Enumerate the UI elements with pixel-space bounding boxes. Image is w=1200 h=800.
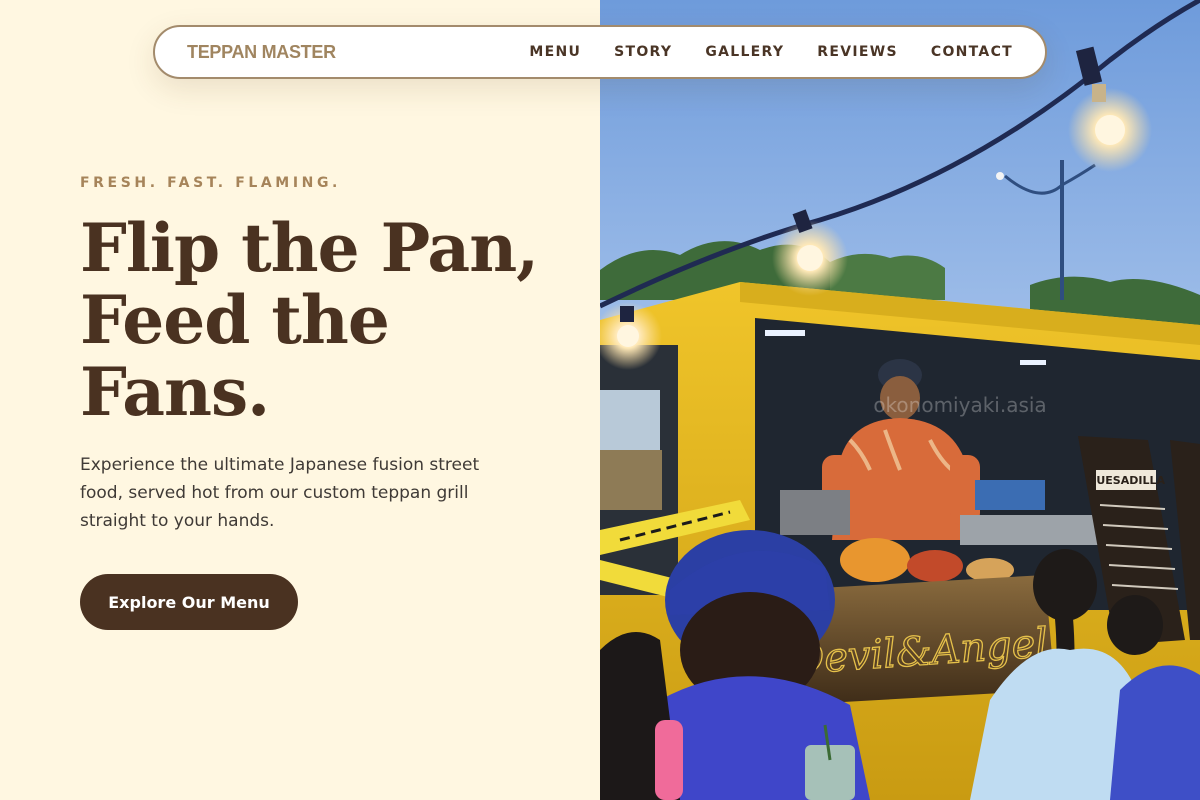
nav-menu-link[interactable]: MENU <box>529 44 581 60</box>
photo-watermark: okonomiyaki.asia <box>873 393 1046 417</box>
headline-line-3: Fans. <box>80 353 270 431</box>
nav-contact-link[interactable]: CONTACT <box>931 44 1013 60</box>
hero-lead-text: Experience the ultimate Japanese fusion … <box>80 455 480 531</box>
headline-line-1: Flip the Pan, <box>80 209 539 287</box>
food-truck-photo: QUESADILLA Devil&Angel okonomiyaki.asia <box>600 0 1200 800</box>
nav-links: MENU STORY GALLERY REVIEWS CONTACT <box>529 44 1013 60</box>
nav-reviews-link[interactable]: REVIEWS <box>817 44 898 60</box>
headline-line-2: Feed the <box>80 281 390 359</box>
hero-left-panel: FRESH. FAST. FLAMING. Flip the Pan, Feed… <box>0 0 600 800</box>
brand-logo[interactable]: TEPPAN MASTER <box>187 42 336 63</box>
quesadilla-sign: QUESADILLA <box>1087 474 1165 487</box>
hero-photo-panel: QUESADILLA Devil&Angel okonomiyaki.asia <box>600 0 1200 800</box>
nav-story-link[interactable]: STORY <box>614 44 672 60</box>
hero-headline: Flip the Pan, Feed the Fans. <box>80 212 560 428</box>
nav-gallery-link[interactable]: GALLERY <box>705 44 784 60</box>
explore-menu-button[interactable]: Explore Our Menu <box>80 574 298 630</box>
hero-eyebrow: FRESH. FAST. FLAMING. <box>80 175 341 191</box>
top-navigation: TEPPAN MASTER MENU STORY GALLERY REVIEWS… <box>153 25 1047 79</box>
